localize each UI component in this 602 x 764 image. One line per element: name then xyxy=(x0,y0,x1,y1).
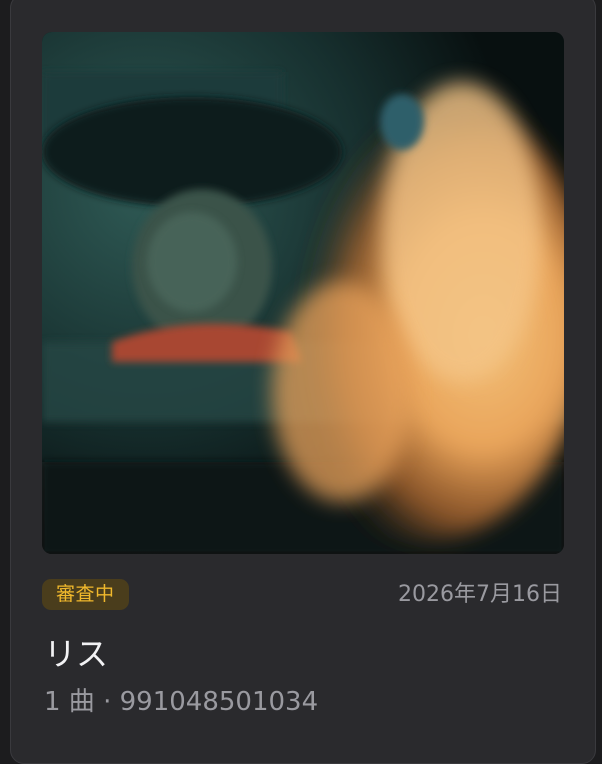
album-card[interactable]: 審査中 2026年7月16日 リス 1 曲 · 991048501034 xyxy=(10,0,596,764)
album-artwork-image xyxy=(42,32,564,554)
album-artwork[interactable] xyxy=(42,32,564,554)
track-count: 1 曲 xyxy=(44,687,95,717)
release-date: 2026年7月16日 xyxy=(398,582,562,607)
album-title[interactable]: リス xyxy=(44,633,108,675)
status-badge: 審査中 xyxy=(42,579,129,610)
album-meta: 1 曲 · 991048501034 xyxy=(44,685,318,719)
catalog-number: 991048501034 xyxy=(119,687,319,717)
meta-separator: · xyxy=(103,687,112,717)
